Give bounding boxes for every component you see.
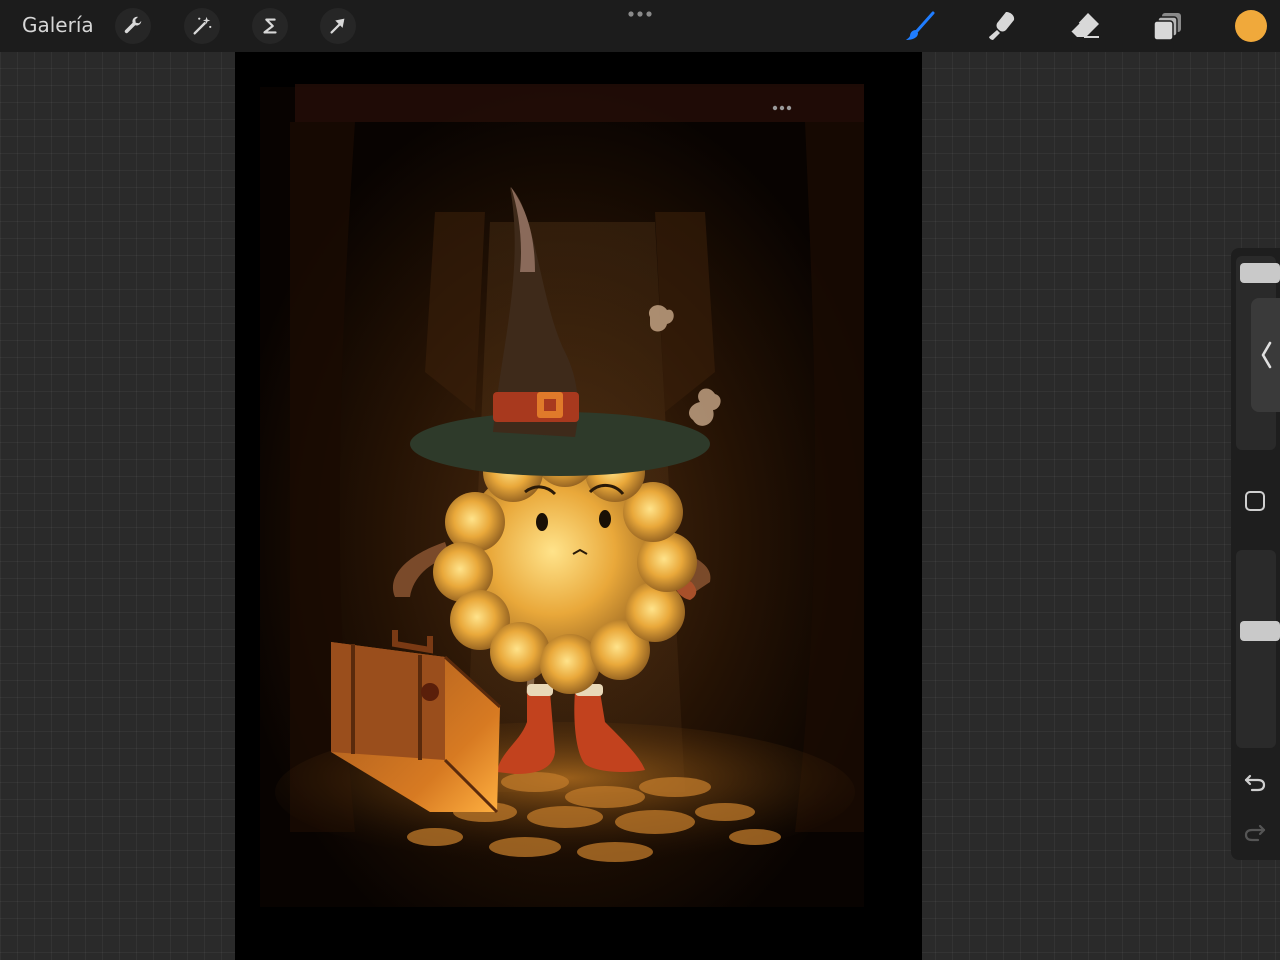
brush-size-slider-thumb[interactable] xyxy=(1240,263,1280,283)
drawing-canvas[interactable] xyxy=(235,52,922,960)
magic-wand-icon xyxy=(193,16,212,35)
brush-icon xyxy=(906,11,935,40)
redo-icon xyxy=(1244,824,1266,842)
more-options-icon[interactable] xyxy=(624,4,656,24)
smudge-tool-button[interactable] xyxy=(985,9,1019,43)
canvas-more-icon[interactable] xyxy=(770,102,794,114)
adjustments-button[interactable] xyxy=(184,8,220,44)
redo-button[interactable] xyxy=(1240,816,1270,846)
opacity-slider[interactable] xyxy=(1236,550,1280,748)
transform-arrow-icon xyxy=(330,18,345,34)
modify-square-icon xyxy=(1245,491,1265,511)
selection-s-icon xyxy=(263,18,277,34)
gallery-button[interactable]: Galería xyxy=(22,13,94,37)
undo-icon xyxy=(1244,774,1266,792)
color-picker-button[interactable] xyxy=(1235,10,1267,42)
actions-button[interactable] xyxy=(115,8,151,44)
eraser-tool-button[interactable] xyxy=(1068,9,1102,43)
transform-button[interactable] xyxy=(320,8,356,44)
sidebar-collapse-tab[interactable] xyxy=(1251,298,1280,412)
eraser-icon xyxy=(1070,13,1099,38)
opacity-slider-thumb[interactable] xyxy=(1240,621,1280,641)
chevron-left-icon xyxy=(1261,341,1271,369)
selection-button[interactable] xyxy=(252,8,288,44)
modify-button[interactable] xyxy=(1240,486,1270,516)
undo-button[interactable] xyxy=(1240,766,1270,796)
layers-button[interactable] xyxy=(1151,9,1185,43)
paint-tool-button[interactable] xyxy=(903,9,937,43)
artwork-illustration xyxy=(235,52,922,960)
smudge-icon xyxy=(989,12,1015,40)
layers-icon xyxy=(1153,13,1181,41)
wrench-icon xyxy=(124,16,142,34)
top-toolbar: Galería xyxy=(0,0,1280,52)
